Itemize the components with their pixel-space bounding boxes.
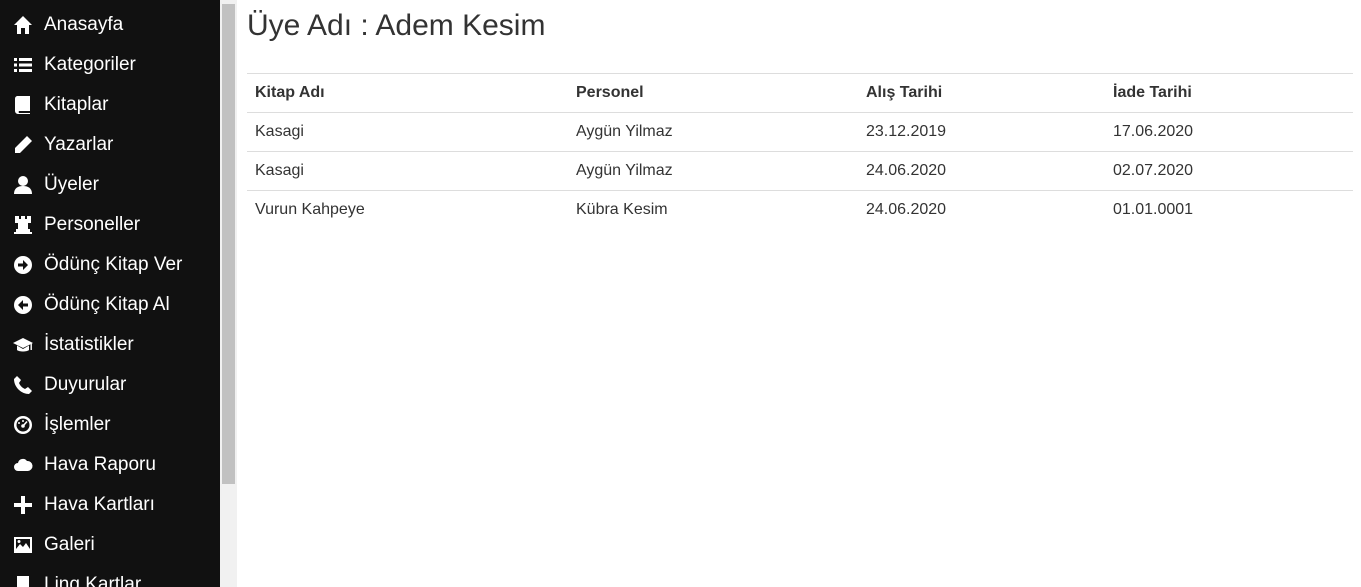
sidebar-item-label: Kategoriler (44, 54, 136, 75)
sidebar-item-odunc-kitap-al[interactable]: Ödünç Kitap Al (0, 285, 220, 325)
table-row: Kasagi Aygün Yilmaz 24.06.2020 02.07.202… (247, 151, 1353, 191)
table-row: Vurun Kahpeye Kübra Kesim 24.06.2020 01.… (247, 190, 1353, 229)
sidebar-item-label: İstatistikler (44, 334, 134, 355)
home-icon (12, 14, 34, 36)
dashboard-icon (12, 414, 34, 436)
cell-iade-tarihi: 01.01.0001 (1105, 190, 1353, 229)
sidebar-item-label: Galeri (44, 534, 95, 555)
cell-alis-tarihi: 23.12.2019 (858, 112, 1105, 152)
cell-iade-tarihi: 17.06.2020 (1105, 112, 1353, 152)
sidebar-item-linq-kartlar[interactable]: Linq Kartlar (0, 565, 220, 587)
sidebar-item-label: Ödünç Kitap Ver (44, 254, 183, 275)
sidebar-item-odunc-kitap-ver[interactable]: Ödünç Kitap Ver (0, 245, 220, 285)
sidebar-item-label: Hava Kartları (44, 494, 155, 515)
sidebar-item-hava-kartlari[interactable]: Hava Kartları (0, 485, 220, 525)
sidebar-item-anasayfa[interactable]: Anasayfa (0, 5, 220, 45)
column-header-iade-tarihi: İade Tarihi (1105, 73, 1353, 113)
sidebar-item-istatistikler[interactable]: İstatistikler (0, 325, 220, 365)
phone-icon (12, 374, 34, 396)
sidebar: Anasayfa Kategoriler Kitaplar Yazarlar Ü… (0, 0, 220, 587)
list-icon (12, 54, 34, 76)
cell-personel: Aygün Yilmaz (568, 151, 858, 191)
sidebar-item-kategoriler[interactable]: Kategoriler (0, 45, 220, 85)
sidebar-item-galeri[interactable]: Galeri (0, 525, 220, 565)
sidebar-item-label: Anasayfa (44, 14, 124, 35)
column-header-alis-tarihi: Alış Tarihi (858, 73, 1105, 113)
sidebar-item-kitaplar[interactable]: Kitaplar (0, 85, 220, 125)
cell-alis-tarihi: 24.06.2020 (858, 190, 1105, 229)
sidebar-item-label: Ödünç Kitap Al (44, 294, 170, 315)
tower-icon (12, 214, 34, 236)
picture-icon (12, 534, 34, 556)
plus-icon (12, 494, 34, 516)
sidebar-item-islemler[interactable]: İşlemler (0, 405, 220, 445)
cell-personel: Kübra Kesim (568, 190, 858, 229)
sidebar-item-label: Yazarlar (44, 134, 114, 155)
cell-kitap-adi: Vurun Kahpeye (247, 190, 568, 229)
sidebar-item-label: Üyeler (44, 174, 99, 195)
loans-table: Kitap Adı Personel Alış Tarihi İade Tari… (247, 73, 1353, 229)
table-row: Kasagi Aygün Yilmaz 23.12.2019 17.06.202… (247, 112, 1353, 152)
book-icon (12, 94, 34, 116)
sidebar-item-duyurular[interactable]: Duyurular (0, 365, 220, 405)
sidebar-item-personeller[interactable]: Personeller (0, 205, 220, 245)
sidebar-item-label: İşlemler (44, 414, 111, 435)
table-header-row: Kitap Adı Personel Alış Tarihi İade Tari… (247, 73, 1353, 113)
sidebar-item-hava-raporu[interactable]: Hava Raporu (0, 445, 220, 485)
sidebar-item-label: Personeller (44, 214, 141, 235)
user-icon (12, 174, 34, 196)
arrow-left-circle-icon (12, 294, 34, 316)
bookmark-icon (12, 574, 34, 587)
cloud-icon (12, 454, 34, 476)
sidebar-item-label: Duyurular (44, 374, 127, 395)
arrow-right-circle-icon (12, 254, 34, 276)
scrollbar-thumb[interactable] (222, 4, 235, 484)
cell-iade-tarihi: 02.07.2020 (1105, 151, 1353, 191)
sidebar-item-label: Kitaplar (44, 94, 109, 115)
pencil-icon (12, 134, 34, 156)
sidebar-item-uyeler[interactable]: Üyeler (0, 165, 220, 205)
sidebar-item-label: Hava Raporu (44, 454, 156, 475)
cell-kitap-adi: Kasagi (247, 112, 568, 152)
column-header-kitap-adi: Kitap Adı (247, 73, 568, 113)
sidebar-item-label: Linq Kartlar (44, 574, 142, 587)
graduation-cap-icon (12, 334, 34, 356)
page-title: Üye Adı : Adem Kesim (247, 9, 546, 42)
sidebar-item-yazarlar[interactable]: Yazarlar (0, 125, 220, 165)
column-header-personel: Personel (568, 73, 858, 113)
cell-personel: Aygün Yilmaz (568, 112, 858, 152)
cell-alis-tarihi: 24.06.2020 (858, 151, 1105, 191)
cell-kitap-adi: Kasagi (247, 151, 568, 191)
